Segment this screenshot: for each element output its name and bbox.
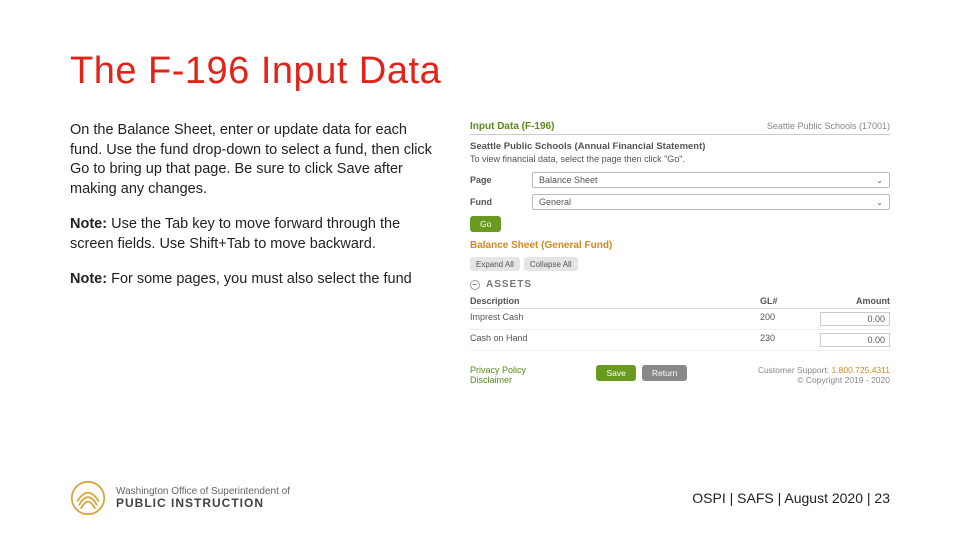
panel-title: Input Data (F-196) [470, 121, 554, 132]
note-2: Note: For some pages, you must also sele… [70, 270, 440, 290]
assets-heading: ASSETS [486, 279, 532, 290]
panel-subtitle: Seattle Public Schools (Annual Financial… [470, 141, 890, 152]
cell-gl: 230 [760, 333, 810, 347]
page-select[interactable]: Balance Sheet ⌄ [532, 172, 890, 188]
note-2-text: For some pages, you must also select the… [107, 271, 412, 287]
support-label: Customer Support: [758, 365, 829, 375]
amount-input[interactable]: 0.00 [820, 312, 890, 326]
return-button[interactable]: Return [642, 365, 688, 381]
disclaimer-link[interactable]: Disclaimer [470, 375, 526, 385]
slide-meta: OSPI | SAFS | August 2020 | 23 [692, 490, 890, 506]
chevron-down-icon: ⌄ [876, 176, 883, 185]
slide-title: The F-196 Input Data [70, 50, 890, 93]
ospi-logo: Washington Office of Superintendent of P… [70, 480, 290, 516]
cell-desc: Imprest Cash [470, 312, 760, 326]
fund-select[interactable]: General ⌄ [532, 194, 890, 210]
logo-line2: PUBLIC INSTRUCTION [116, 497, 290, 510]
cell-desc: Cash on Hand [470, 333, 760, 347]
note-2-label: Note: [70, 271, 107, 287]
section-title: Balance Sheet (General Fund) [470, 240, 890, 251]
note-1-label: Note: [70, 216, 107, 232]
collapse-all-button[interactable]: Collapse All [524, 257, 578, 271]
col-amount: Amount [810, 296, 890, 306]
save-button[interactable]: Save [596, 365, 635, 381]
copyright: © Copyright 2019 - 2020 [758, 375, 890, 385]
page-select-value: Balance Sheet [539, 175, 598, 185]
privacy-link[interactable]: Privacy Policy [470, 365, 526, 375]
go-button[interactable]: Go [470, 216, 501, 232]
col-description: Description [470, 296, 760, 306]
logo-icon [70, 480, 106, 516]
fund-select-value: General [539, 197, 571, 207]
amount-input[interactable]: 0.00 [820, 333, 890, 347]
fund-label: Fund [470, 197, 520, 207]
app-screenshot: Input Data (F-196) Seattle Public School… [470, 121, 890, 385]
table-row: Imprest Cash 200 0.00 [470, 309, 890, 330]
instruction-column: On the Balance Sheet, enter or update da… [70, 121, 440, 385]
note-1: Note: Use the Tab key to move forward th… [70, 215, 440, 254]
expand-all-button[interactable]: Expand All [470, 257, 520, 271]
page-label: Page [470, 175, 520, 185]
district-name: Seattle Public Schools (17001) [767, 121, 890, 132]
paragraph-main: On the Balance Sheet, enter or update da… [70, 121, 440, 199]
col-gl: GL# [760, 296, 810, 306]
table-row: Cash on Hand 230 0.00 [470, 330, 890, 351]
chevron-down-icon: ⌄ [876, 198, 883, 207]
cell-gl: 200 [760, 312, 810, 326]
panel-instruction: To view financial data, select the page … [470, 154, 890, 164]
support-phone: 1.800.725.4311 [832, 365, 890, 375]
note-1-text: Use the Tab key to move forward through … [70, 216, 400, 252]
collapse-icon[interactable]: − [470, 280, 480, 290]
